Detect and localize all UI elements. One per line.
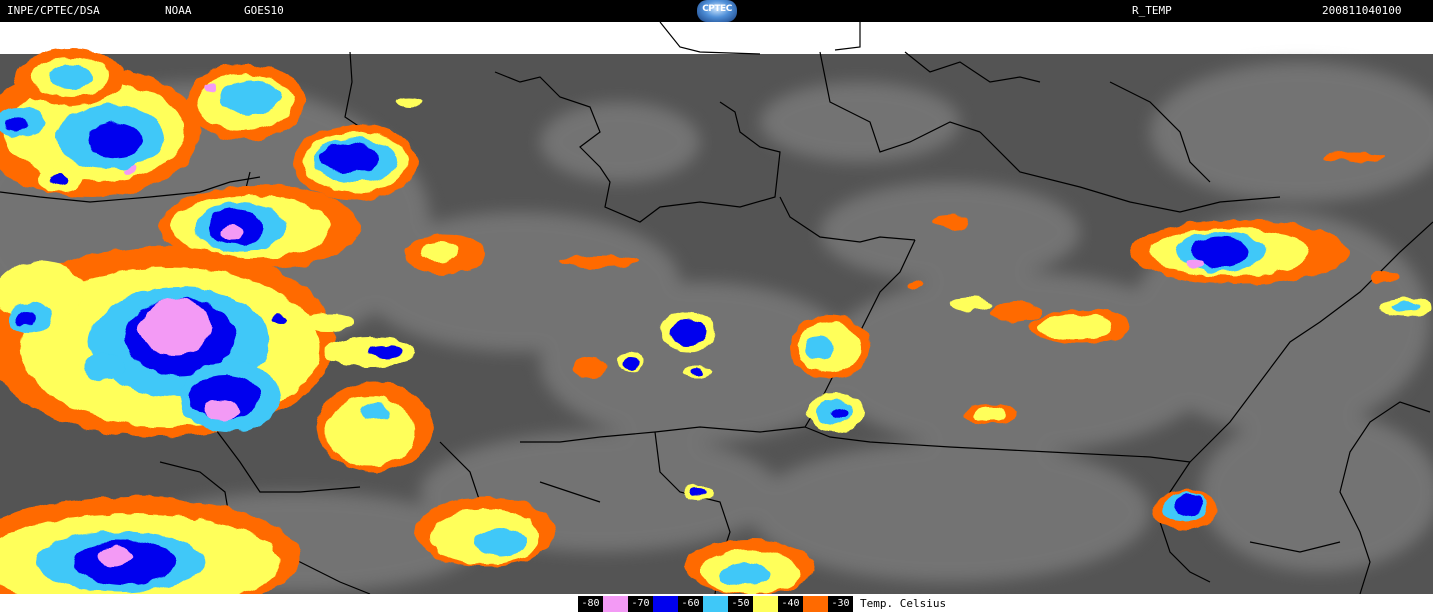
legend-swatch-2 <box>653 596 678 612</box>
storm-cell-center-top <box>293 124 417 200</box>
legend-swatch-4 <box>753 596 778 612</box>
header-datetime: 200811040100 <box>1322 4 1402 17</box>
storm-cell-top-center-left <box>185 64 305 140</box>
header-agency: NOAA <box>165 4 192 17</box>
legend-swatch-5 <box>803 596 828 612</box>
header-bar: INPE/CPTEC/DSA NOAA GOES10 CPTEC R_TEMP … <box>0 0 1433 22</box>
legend-swatch-1 <box>603 596 628 612</box>
temperature-legend: -80 -70 -60 -50 -40 -30 Temp. Celsius <box>0 594 1433 614</box>
legend-label-2: -70 <box>628 596 653 612</box>
satellite-map <box>0 22 1433 594</box>
satellite-image-viewer: INPE/CPTEC/DSA NOAA GOES10 CPTEC R_TEMP … <box>0 0 1433 614</box>
legend-label-6: -30 <box>828 596 853 612</box>
logo-text: CPTEC <box>702 4 732 14</box>
legend-swatch-3 <box>703 596 728 612</box>
legend-title: Temp. Celsius <box>860 597 947 610</box>
header-product: R_TEMP <box>1132 4 1172 17</box>
legend-label-5: -40 <box>778 596 803 612</box>
storm-cell-west-south <box>317 382 433 472</box>
header-org: INPE/CPTEC/DSA <box>7 4 100 17</box>
storm-cell-southeast <box>1153 490 1217 530</box>
legend-label-4: -50 <box>728 596 753 612</box>
no-data-strip <box>0 22 1433 54</box>
cptec-logo-icon: CPTEC <box>697 0 737 22</box>
legend-label-3: -60 <box>678 596 703 612</box>
header-satellite: GOES10 <box>244 4 284 17</box>
legend-label-1: -80 <box>578 596 603 612</box>
storm-cell-large-west <box>0 247 335 437</box>
